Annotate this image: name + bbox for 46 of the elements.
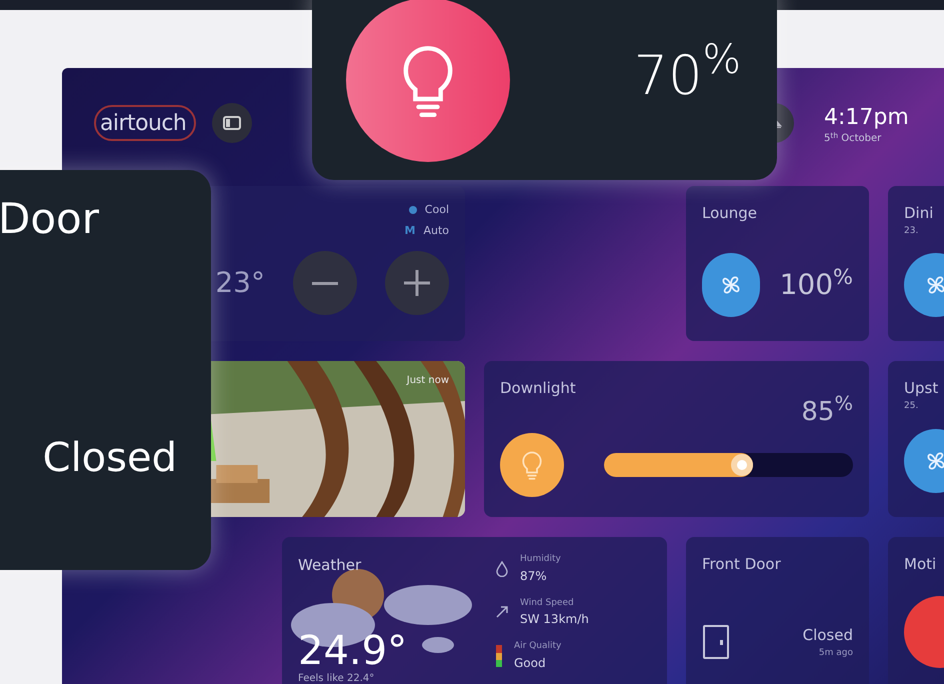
panel-icon <box>223 116 242 130</box>
room-card[interactable]: Upst 25. <box>888 361 944 517</box>
room-temperature: 23. <box>904 224 920 238</box>
door-state: Closed <box>802 625 853 646</box>
door-time: 5m ago <box>818 646 853 660</box>
stat-value: 87% <box>520 568 548 584</box>
mode-label: Auto <box>423 222 449 238</box>
clock-time: 4:17pm <box>824 104 910 132</box>
setpoint-temperature: 23° <box>215 265 265 301</box>
stat-label: Humidity <box>520 553 561 566</box>
room-name: Lounge <box>702 203 758 224</box>
light-level: 70$^{%}$ <box>634 34 741 108</box>
stat-label: Air Quality <box>514 640 562 653</box>
room-card[interactable]: Dini 23. <box>888 186 944 341</box>
arrow-icon <box>496 606 508 618</box>
light-level: 85$^{%}$ <box>801 393 853 429</box>
downlight-card[interactable]: Downlight 85$^{%}$ <box>484 361 869 517</box>
logo: airtouch <box>94 105 196 141</box>
sidebar-toggle-button[interactable] <box>212 103 252 143</box>
door-icon <box>702 624 730 660</box>
stat-label: Wind Speed <box>520 596 575 610</box>
brightness-slider[interactable] <box>604 453 853 477</box>
light-name: Downlight <box>500 378 576 399</box>
door-name: Door <box>0 198 100 240</box>
date-text: 5$^{th}$ October <box>824 131 882 146</box>
stat-value: Good <box>514 654 547 672</box>
room-name: Dini <box>904 203 934 224</box>
door-name: Front Door <box>702 554 782 575</box>
motion-card[interactable]: Moti <box>888 537 944 684</box>
motion-name: Moti <box>904 554 938 575</box>
camera-time: Just now <box>406 374 449 388</box>
feels-like: Feels like 22.4° <box>298 672 376 684</box>
weather-title: Weather <box>298 556 362 574</box>
room-card[interactable]: Lounge 100$^{%}$ <box>686 186 869 341</box>
temperature: 24.9° <box>298 631 408 671</box>
mode-letter: M <box>404 222 416 238</box>
gauge-icon <box>496 644 502 667</box>
room-temperature: 25. <box>904 400 920 412</box>
room-name: Upst <box>904 378 940 399</box>
mode-label: Cool <box>424 202 449 218</box>
minus-icon <box>312 282 338 284</box>
droplet-icon <box>496 560 508 577</box>
plus-icon <box>404 270 430 296</box>
stat-value: SW 13km/h <box>520 611 589 628</box>
fan-speed: 100$^{%}$ <box>780 264 853 303</box>
door-card[interactable]: Front Door Closed 5m ago <box>686 537 869 684</box>
